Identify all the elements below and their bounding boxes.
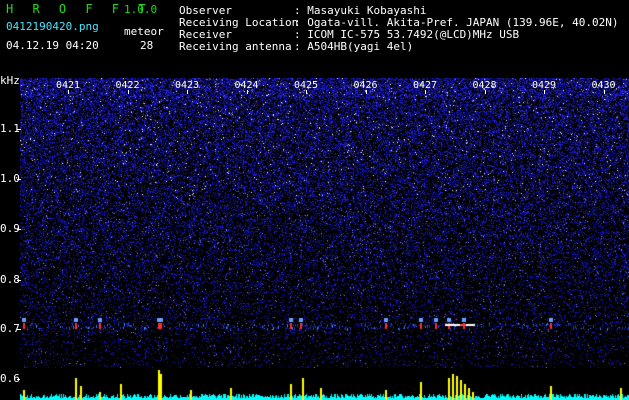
axis-unit-label: kHz (0, 74, 20, 87)
time-tick (306, 90, 307, 94)
frequency-tick (17, 179, 21, 180)
info-label-antenna: Receiving antenna (179, 40, 292, 53)
datetime: 04.12.19 04:20 (6, 39, 99, 52)
time-tick (68, 90, 69, 94)
meteor-count-bars (20, 368, 629, 400)
time-tick (128, 90, 129, 94)
frequency-tick (17, 229, 21, 230)
app-version: 1.0.0 (124, 3, 158, 16)
time-tick (544, 90, 545, 94)
header-panel: H R O F F T 1.0.0 0412190420.png meteor … (0, 0, 629, 78)
meteor-count: 28 (140, 39, 154, 52)
frequency-tick (17, 129, 21, 130)
info-value-antenna: : A504HB(yagi 4el) (294, 40, 414, 53)
time-tick (247, 90, 248, 94)
spectrogram (20, 78, 629, 368)
time-tick (604, 90, 605, 94)
filename: 0412190420.png (6, 20, 99, 33)
time-tick (485, 90, 486, 94)
time-tick (425, 90, 426, 94)
time-tick (366, 90, 367, 94)
frequency-tick (17, 280, 21, 281)
frequency-tick (17, 329, 21, 330)
time-tick (187, 90, 188, 94)
meteor-label: meteor (124, 25, 164, 38)
